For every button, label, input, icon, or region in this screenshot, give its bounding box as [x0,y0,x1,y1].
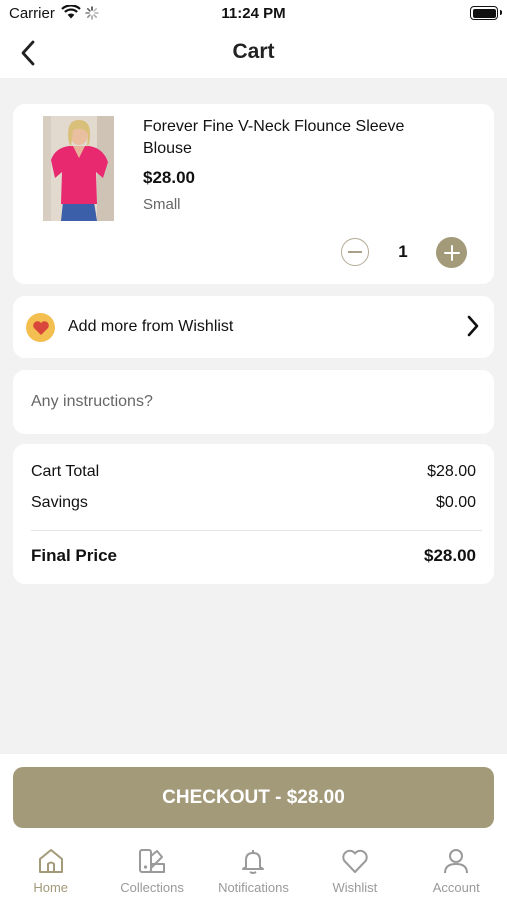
final-price-value: $28.00 [424,546,476,565]
quantity-increase-button[interactable] [436,237,467,268]
product-image[interactable] [43,116,114,221]
tab-label-notifications: Notifications [218,880,289,895]
checkout-button[interactable]: CHECKOUT - $28.00 [13,767,494,828]
price-summary: Cart Total $28.00 Savings $0.00 Final Pr… [13,444,494,584]
tab-wishlist[interactable]: Wishlist [304,834,405,900]
product-variant: Small [143,196,181,213]
home-icon [38,849,63,873]
tab-home[interactable]: Home [0,834,101,900]
add-from-wishlist-row[interactable]: Add more from Wishlist [13,296,494,358]
tab-collections[interactable]: Collections [101,834,202,900]
cart-total-value: $28.00 [427,463,476,480]
cart-item-card: Forever Fine V-Neck Flounce Sleeve Blous… [13,104,494,284]
final-price-row: Final Price $28.00 [31,546,476,566]
quantity-decrease-button[interactable] [341,238,369,266]
battery-icon [470,6,502,20]
status-time: 11:24 PM [221,5,286,22]
user-icon [444,849,469,874]
collections-icon [139,849,166,873]
product-price: $28.00 [143,168,195,187]
tab-label-account: Account [432,880,480,895]
minus-icon [348,251,362,253]
cart-total-label: Cart Total [31,463,100,480]
page-title: Cart [232,40,275,63]
savings-row: Savings $0.00 [31,494,476,512]
savings-value: $0.00 [435,494,476,511]
tab-label-wishlist: Wishlist [332,880,378,895]
bell-icon [242,850,265,874]
heart-icon [26,313,55,342]
cart-total-row: Cart Total $28.00 [31,463,476,481]
final-price-label: Final Price [31,546,117,565]
heart-icon [342,849,368,873]
tab-bar: Home Collections Notifications Wishlist … [0,834,507,900]
chevron-right-icon [466,314,480,343]
wishlist-label: Add more from Wishlist [68,318,234,335]
tab-label-collections: Collections [120,880,184,895]
tab-label-home: Home [33,880,69,895]
instructions-card [13,370,494,434]
tab-notifications[interactable]: Notifications [203,834,304,900]
plus-icon [443,244,460,261]
divider [31,530,482,531]
savings-label: Savings [31,494,88,511]
instructions-input[interactable] [31,388,471,416]
tab-account[interactable]: Account [406,834,507,900]
nav-bar: Cart [0,28,507,78]
quantity-value: 1 [398,242,408,261]
product-name[interactable]: Forever Fine V-Neck Flounce Sleeve Blous… [143,116,443,160]
status-bar: Carrier 11:24 PM [0,0,507,28]
checkout-area: CHECKOUT - $28.00 [0,754,507,834]
